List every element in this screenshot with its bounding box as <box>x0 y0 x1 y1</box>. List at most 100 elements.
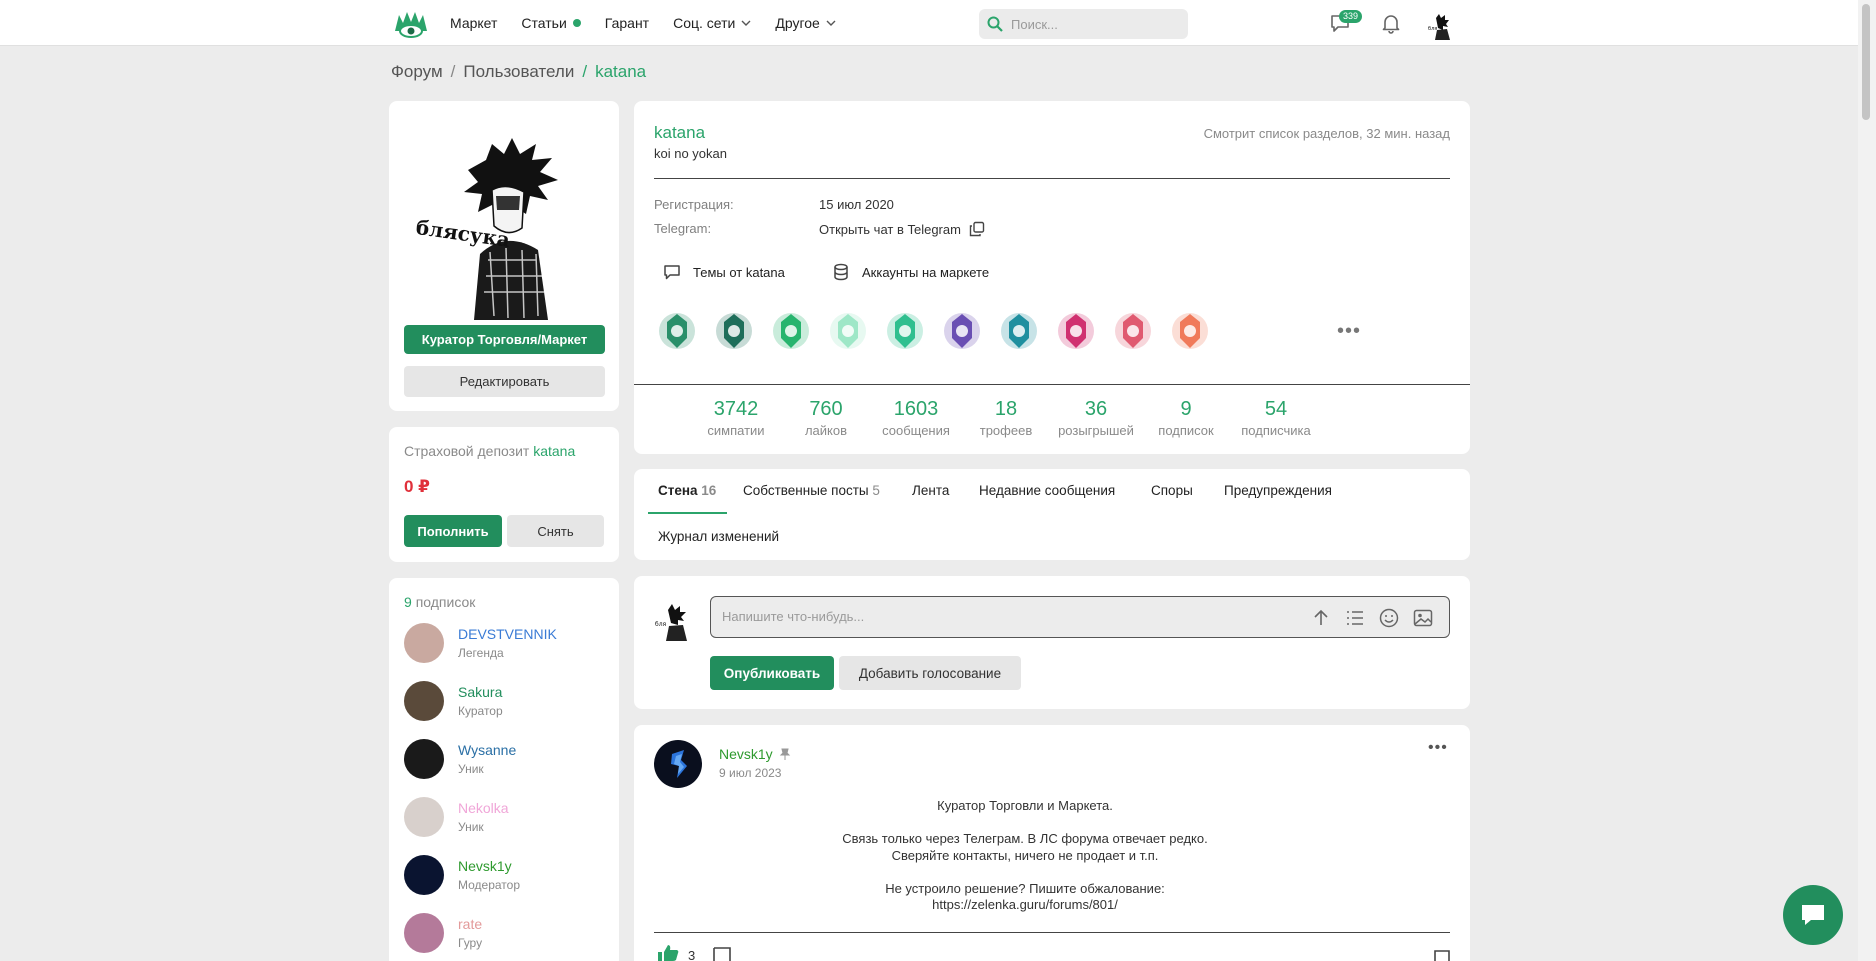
subscription-text: Nekolka Уник <box>458 800 509 834</box>
subscription-name[interactable]: Nevsk1y <box>458 858 520 874</box>
tab-2[interactable]: Лента <box>912 483 949 498</box>
emoji-icon[interactable] <box>1379 608 1399 628</box>
flag-trophy-icon[interactable] <box>1167 308 1213 354</box>
image-upload-icon[interactable] <box>1413 608 1433 628</box>
tab-label: Недавние сообщения <box>979 483 1116 498</box>
subscription-name[interactable]: DEVSTVENNIK <box>458 626 557 642</box>
comment-post-icon[interactable] <box>713 947 731 961</box>
nav-item-2[interactable]: Гарант <box>605 15 649 31</box>
planet-trophy-icon[interactable] <box>996 308 1042 354</box>
stat-item[interactable]: 760 лайков <box>781 398 871 438</box>
tab-6[interactable]: Журнал изменений <box>658 529 779 544</box>
stat-value: 3742 <box>713 398 759 420</box>
nav-item-3[interactable]: Соц. сети <box>673 15 751 31</box>
subscription-item[interactable]: Sakura Куратор <box>404 678 503 724</box>
rainbow-six-trophy-icon[interactable] <box>654 308 700 354</box>
user-avatar-icon[interactable]: бля <box>1426 12 1454 40</box>
support-chat-button[interactable] <box>1783 885 1843 945</box>
tab-4[interactable]: Споры <box>1151 483 1193 498</box>
skull-trophy-icon[interactable] <box>939 308 985 354</box>
subscription-role: Куратор <box>458 704 503 718</box>
subscription-name[interactable]: Nekolka <box>458 800 509 816</box>
tab-label: Предупреждения <box>1224 483 1332 498</box>
search-input[interactable] <box>1011 16 1171 32</box>
subscription-avatar[interactable] <box>404 797 444 837</box>
subscription-item[interactable]: Nevsk1y Модератор <box>404 852 520 898</box>
role-curator-button[interactable]: Куратор Торговля/Маркет <box>404 325 605 354</box>
search-box[interactable] <box>979 9 1188 39</box>
subscription-name[interactable]: Sakura <box>458 684 503 700</box>
post-text-line[interactable]: https://zelenka.guru/forums/801/ <box>655 896 1395 913</box>
lightbulb-trophy-icon[interactable] <box>825 308 871 354</box>
withdraw-button[interactable]: Снять <box>507 515 604 547</box>
subscription-item[interactable]: rate Гуру <box>404 910 482 956</box>
breadcrumb-users[interactable]: Пользователи <box>463 62 574 82</box>
tab-label: Журнал изменений <box>658 529 780 544</box>
subscription-name[interactable]: Wysanne <box>458 742 516 758</box>
wall-post-input[interactable]: Напишите что-нибудь... <box>710 596 1450 638</box>
stat-item[interactable]: 36 розыгрышей <box>1051 398 1141 438</box>
post-menu-icon[interactable]: ••• <box>1428 739 1448 757</box>
stat-item[interactable]: 54 подписчика <box>1231 398 1321 438</box>
tab-1[interactable]: Собственные посты 5 <box>743 483 880 498</box>
like-icon[interactable] <box>657 944 679 961</box>
scrollbar-thumb[interactable] <box>1862 4 1870 120</box>
stat-item[interactable]: 18 трофеев <box>961 398 1051 438</box>
more-trophies-icon[interactable]: ••• <box>1337 320 1361 343</box>
profile-username: katana <box>654 123 706 142</box>
drone-trophy-icon[interactable] <box>882 308 928 354</box>
stat-item[interactable]: 9 подписок <box>1141 398 1231 438</box>
2k-trophy-icon[interactable] <box>1053 308 1099 354</box>
add-poll-button[interactable]: Добавить голосование <box>839 656 1021 690</box>
idea-trophy-icon[interactable] <box>1110 308 1156 354</box>
subscription-item[interactable]: Nekolka Уник <box>404 794 509 840</box>
edit-profile-button[interactable]: Редактировать <box>404 366 605 397</box>
subscription-avatar[interactable] <box>404 855 444 895</box>
subscription-item[interactable]: Wysanne Уник <box>404 736 516 782</box>
subscription-text: DEVSTVENNIK Легенда <box>458 626 557 660</box>
publish-button[interactable]: Опубликовать <box>710 656 834 690</box>
tab-0[interactable]: Стена 16 <box>658 483 716 498</box>
subscription-name[interactable]: rate <box>458 916 482 932</box>
stat-item[interactable]: 3742 симпатии <box>691 398 781 438</box>
tab-3[interactable]: Недавние сообщения <box>979 483 1115 498</box>
stat-value: 1603 <box>893 398 939 420</box>
subscription-avatar[interactable] <box>404 681 444 721</box>
subscription-avatar[interactable] <box>404 739 444 779</box>
bell-icon[interactable] <box>1380 12 1402 34</box>
nav-item-0[interactable]: Маркет <box>450 15 497 31</box>
comment-icon <box>664 265 680 280</box>
stat-item[interactable]: 1603 сообщения <box>871 398 961 438</box>
breadcrumb: Форум / Пользователи / katana <box>391 62 646 82</box>
post-author-avatar[interactable] <box>654 740 702 788</box>
telegram-link[interactable]: Открыть чат в Telegram <box>819 221 985 237</box>
page-scrollbar[interactable] <box>1858 0 1876 961</box>
nav-item-1[interactable]: Статьи <box>521 15 581 31</box>
three-years-trophy-icon[interactable] <box>768 308 814 354</box>
stat-value: 36 <box>1084 398 1108 420</box>
breadcrumb-forum[interactable]: Форум <box>391 62 443 82</box>
arrow-up-icon[interactable] <box>1311 608 1331 628</box>
subscription-role: Легенда <box>458 646 504 660</box>
stat-value: 18 <box>994 398 1018 420</box>
bookmark-icon[interactable] <box>1434 950 1450 961</box>
copy-icon[interactable] <box>969 221 985 237</box>
year-trophy-icon[interactable] <box>711 308 757 354</box>
subscription-avatar[interactable] <box>404 623 444 663</box>
profile-card: katana koi no yokan Смотрит список разде… <box>634 101 1470 454</box>
subscription-item[interactable]: DEVSTVENNIK Легенда <box>404 620 557 666</box>
profile-avatar[interactable]: блясука <box>406 130 606 320</box>
subscription-avatar[interactable] <box>404 913 444 953</box>
tab-5[interactable]: Предупреждения <box>1224 483 1332 498</box>
post-text-line: Не устроило решение? Пишите обжалование: <box>885 880 1165 896</box>
list-icon[interactable] <box>1345 608 1365 628</box>
site-logo-icon[interactable] <box>393 9 429 39</box>
topup-button[interactable]: Пополнить <box>404 515 502 547</box>
deposit-user-link[interactable]: katana <box>533 443 575 459</box>
divider <box>634 384 1470 385</box>
nav-item-4[interactable]: Другое <box>775 15 836 31</box>
post-author-name[interactable]: Nevsk1y <box>719 746 773 762</box>
composer-avatar: бля <box>654 601 694 641</box>
market-accounts-link[interactable]: Аккаунты на маркете <box>832 263 989 281</box>
user-topics-link[interactable]: Темы от katana <box>663 263 785 281</box>
